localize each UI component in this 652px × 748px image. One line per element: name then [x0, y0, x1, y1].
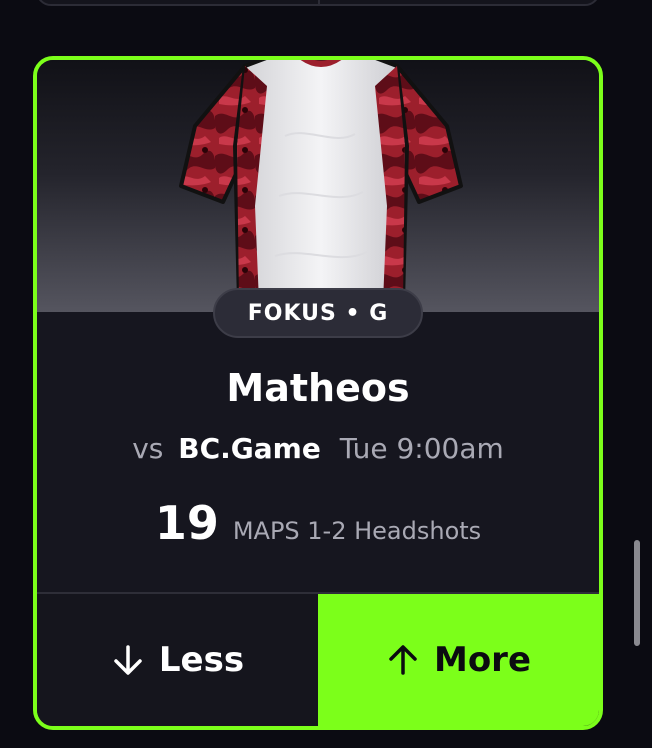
opponent-name: BC.Game [178, 432, 321, 465]
player-name: Matheos [226, 366, 410, 410]
jersey-icon [179, 60, 463, 304]
card-hero [37, 60, 599, 312]
less-button[interactable]: Less [37, 594, 318, 726]
vs-label: vs [132, 432, 164, 465]
more-button[interactable]: More [318, 594, 599, 726]
scrollbar-thumb[interactable] [634, 540, 640, 646]
projection-line: 19 MAPS 1-2 Headshots [37, 496, 599, 550]
game-time: Tue 9:00am [339, 432, 504, 465]
more-label: More [433, 640, 532, 680]
stat-label: MAPS 1-2 Headshots [232, 517, 482, 545]
matchup-info: vs BC.Game Tue 9:00am [37, 432, 599, 465]
team-position-badge: FOKUS • G [213, 288, 423, 338]
arrow-down-icon [114, 645, 142, 675]
less-label: Less [158, 640, 245, 680]
player-prop-card[interactable]: FOKUS • G Matheos vs BC.Game Tue 9:00am … [33, 56, 603, 730]
pick-actions: Less More [37, 592, 599, 726]
previous-card-edge [36, 0, 600, 6]
previous-card-divider [318, 0, 320, 6]
line-value: 19 [154, 496, 219, 550]
arrow-up-icon [389, 645, 417, 675]
